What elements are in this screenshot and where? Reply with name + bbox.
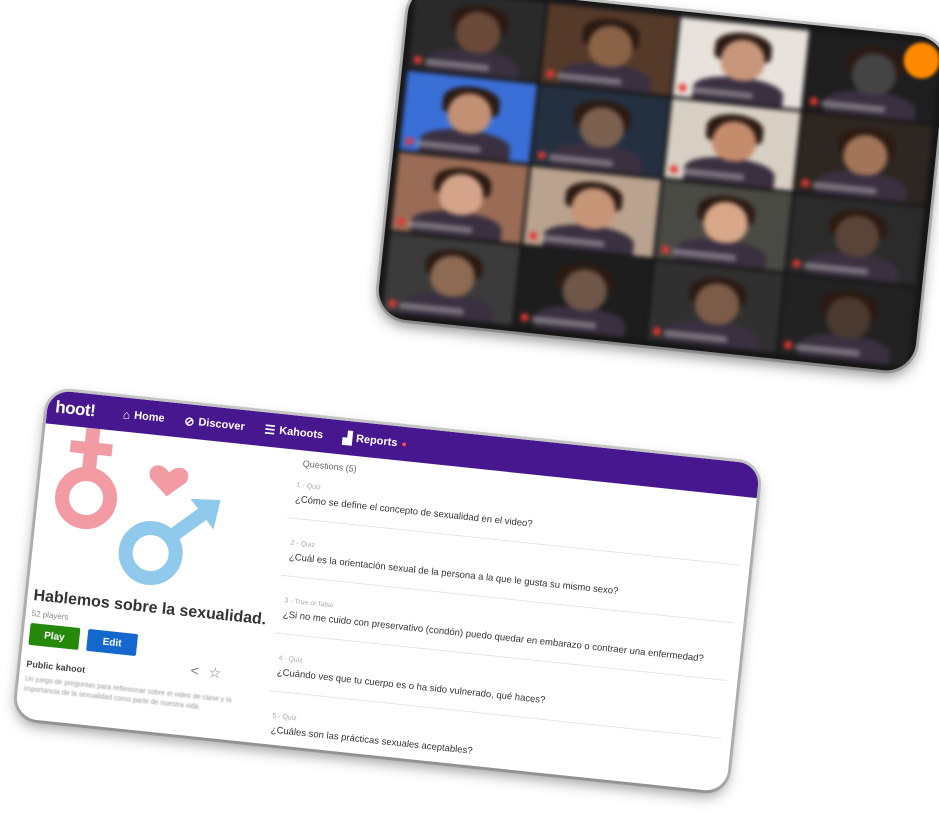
nav-home-label: Home <box>133 409 166 425</box>
nav-reports-label: Reports <box>355 432 399 450</box>
participant-tile[interactable] <box>382 233 520 326</box>
kahoot-logo[interactable]: hoot! <box>54 397 96 421</box>
participant-tile[interactable] <box>646 260 784 353</box>
muted-mic-icon <box>784 340 793 350</box>
question-text: ¿Cuáles son las prácticas sexuales acept… <box>270 724 474 757</box>
nav-reports[interactable]: ▟ Reports ● <box>342 431 407 452</box>
question-type: 1 - Quiz <box>296 481 322 492</box>
male-symbol-icon <box>118 498 221 586</box>
muted-mic-icon <box>537 150 546 160</box>
gender-symbols-image <box>55 427 221 586</box>
questions-header: Questions (5) <box>302 458 358 475</box>
muted-mic-icon <box>388 299 397 308</box>
participant-tile[interactable] <box>531 84 669 177</box>
heart-icon <box>149 465 189 497</box>
muted-mic-icon <box>396 217 406 227</box>
participant-tile[interactable] <box>514 247 652 339</box>
nav-home[interactable]: ⌂ Home <box>122 407 165 425</box>
participant-tile[interactable] <box>795 112 933 205</box>
play-button[interactable]: Play <box>28 622 81 650</box>
participant-tile[interactable] <box>540 3 678 96</box>
list-icon: ☰ <box>263 422 277 438</box>
kahoot-screenshot: hoot! ⌂ Home ⊘ Discover ☰ Kahoots ▟ Repo… <box>14 389 761 793</box>
kahoot-meta: 52 players <box>31 609 69 622</box>
participant-tile[interactable] <box>523 165 661 258</box>
home-icon: ⌂ <box>122 407 131 423</box>
nav-discover[interactable]: ⊘ Discover <box>184 414 246 434</box>
bar-chart-icon: ▟ <box>342 430 353 446</box>
participant-grid <box>382 0 939 367</box>
participant-tile[interactable] <box>663 98 801 191</box>
question-type: 3 - True or false <box>284 597 334 610</box>
participant-tile[interactable] <box>408 0 546 82</box>
muted-mic-icon <box>413 55 423 64</box>
muted-mic-icon <box>809 96 819 106</box>
question-type: 5 - Quiz <box>271 712 298 723</box>
share-icon[interactable]: < <box>190 662 200 680</box>
notification-dot-icon: ● <box>400 438 408 450</box>
muted-mic-icon <box>669 164 678 174</box>
edit-button[interactable]: Edit <box>86 628 139 657</box>
action-icons: < ☆ <box>190 662 222 682</box>
participant-tile[interactable] <box>778 274 916 367</box>
question-text: ¿Cuándo ves que tu cuerpo es o ha sido v… <box>276 666 546 707</box>
muted-mic-icon <box>405 136 414 146</box>
nav-kahoots[interactable]: ☰ Kahoots <box>264 422 324 442</box>
question-text: ¿Cómo se define el concepto de sexualida… <box>294 493 534 530</box>
participant-tile[interactable] <box>787 193 925 286</box>
play-count: 52 players <box>31 608 69 622</box>
participant-tile[interactable] <box>672 17 810 109</box>
muted-mic-icon <box>652 326 661 336</box>
nav-discover-label: Discover <box>197 416 246 434</box>
compass-icon: ⊘ <box>183 413 196 429</box>
participant-tile[interactable] <box>391 151 529 244</box>
muted-mic-icon <box>528 231 538 241</box>
participant-tile[interactable] <box>399 70 537 163</box>
muted-mic-icon <box>792 259 802 269</box>
muted-mic-icon <box>801 178 810 187</box>
nav-kahoots-label: Kahoots <box>278 424 324 442</box>
muted-mic-icon <box>520 312 529 322</box>
visibility-label: Public kahoot <box>25 658 86 675</box>
muted-mic-icon <box>545 69 555 78</box>
muted-mic-icon <box>660 245 670 255</box>
video-call-screenshot <box>375 0 939 374</box>
kahoot-details-panel: Hablemos sobre la sexualidad. 52 players… <box>15 423 280 742</box>
question-text: ¿Cuál es la orientación sexual de la per… <box>288 551 619 598</box>
question-type: 2 - Quiz <box>290 539 316 550</box>
question-type: 4 - Quiz <box>277 654 304 665</box>
cover-image <box>29 423 279 607</box>
questions-panel: Questions (5) 1 - Quiz ¿Cómo se define el… <box>262 449 746 793</box>
participant-tile[interactable] <box>655 179 793 272</box>
user-icon: ● <box>20 712 28 726</box>
female-symbol-icon <box>55 427 118 529</box>
muted-mic-icon <box>677 82 687 92</box>
creator-info: ● <box>20 712 28 725</box>
star-icon[interactable]: ☆ <box>208 664 222 682</box>
